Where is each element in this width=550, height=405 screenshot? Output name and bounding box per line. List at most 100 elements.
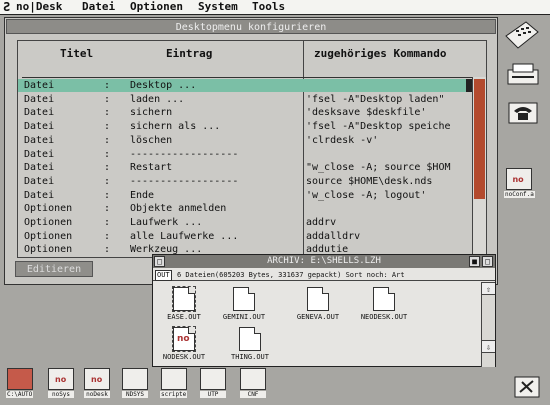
phone-keypad-icon — [505, 21, 539, 49]
cell-eintrag: Ende — [130, 189, 155, 201]
atari-logo-icon[interactable]: Ƨ — [3, 0, 10, 14]
icon-label: noConf.a — [504, 191, 535, 198]
cell-titel: Datei — [24, 80, 55, 91]
archive-file[interactable]: no NODESK.OUT — [157, 326, 211, 363]
menu-optionen[interactable]: Optionen — [130, 0, 183, 14]
desktop-tool-icon[interactable] — [514, 376, 540, 400]
fullscreen-icon[interactable]: □ — [482, 256, 493, 267]
desktop-folder-5[interactable]: UTP — [200, 368, 226, 398]
icon-label: CNF — [240, 391, 266, 398]
cell-kommando: addrv — [306, 217, 337, 228]
file-label: EASE.OUT — [167, 313, 201, 321]
cell-eintrag: Desktop ... — [130, 80, 197, 91]
scroll-up-icon[interactable]: ⇧ — [482, 282, 495, 295]
menu-bar: Ƨ no|Desk Datei Optionen System Tools — [0, 0, 550, 15]
archive-tag[interactable]: OUT — [155, 270, 172, 281]
cell-titel: Datei — [24, 107, 55, 119]
table-row[interactable]: Datei: Desktop ... — [18, 79, 472, 92]
desktop-folder-3[interactable]: NDSYS — [122, 368, 148, 398]
file-label: GENEVA.OUT — [296, 313, 340, 321]
archive-scrollbar[interactable]: ⇧ ⇩ — [481, 282, 495, 367]
cell-eintrag: ------------------ — [130, 175, 239, 187]
desktop-noconf-icon[interactable]: no noConf.a — [504, 168, 535, 198]
table-row[interactable]: Datei: Ende 'w_close -A; logout' — [18, 189, 470, 202]
desktop-folder-0[interactable]: C:\AUTO — [6, 368, 34, 398]
archive-title[interactable]: ARCHIV: E:\SHELLS.LZH — [153, 255, 495, 268]
cell-eintrag: löschen — [130, 134, 173, 146]
menu-system[interactable]: System — [198, 0, 238, 14]
cell-eintrag: ------------------ — [130, 148, 239, 160]
desktop-folder-2[interactable]: no noDesk — [84, 368, 110, 398]
header-divider — [22, 77, 472, 78]
icon-label: C:\AUTO — [6, 391, 34, 398]
table-row[interactable]: Datei: ------------------ — [18, 148, 470, 161]
cell-kommando: "w_close -A; source $HOM — [306, 162, 451, 174]
archive-file[interactable]: GEMINI.OUT — [217, 287, 271, 323]
table-row[interactable]: Datei: löschen 'clrdesk -v' — [18, 134, 470, 147]
archive-file[interactable]: EASE.OUT — [157, 286, 211, 323]
folder-icon — [240, 368, 266, 390]
tool-icon — [514, 376, 540, 398]
cell-titel: Datei — [24, 93, 55, 105]
menu-nodesk[interactable]: no|Desk — [16, 0, 62, 14]
archive-file[interactable]: THING.OUT — [223, 327, 277, 363]
archive-file[interactable]: GENEVA.OUT — [291, 287, 345, 323]
icon-label: NDSYS — [122, 391, 148, 398]
archive-window: ARCHIV: E:\SHELLS.LZH □ ■ □ OUT 6 Dateie… — [152, 254, 496, 367]
table-row[interactable]: Optionen: alle Laufwerke ... addalldrv — [18, 230, 470, 243]
folder-icon — [160, 368, 187, 390]
close-icon[interactable]: □ — [154, 256, 165, 267]
scroll-down-icon[interactable]: ⇩ — [482, 340, 495, 353]
folder-icon: no — [84, 368, 110, 390]
file-label: GEMINI.OUT — [222, 313, 266, 321]
desktop-folder-6[interactable]: CNF — [240, 368, 266, 398]
table-row[interactable]: Datei: sichern 'desksave $deskfile' — [18, 106, 470, 119]
edit-button[interactable]: Editieren — [15, 261, 93, 277]
menu-datei[interactable]: Datei — [82, 0, 115, 14]
table-row[interactable]: Optionen: Objekte anmelden — [18, 202, 470, 215]
cell-titel: Datei — [24, 148, 55, 160]
file-label: THING.OUT — [231, 353, 269, 361]
desktop-folder-4[interactable]: scripte — [160, 368, 188, 398]
table-row[interactable]: Datei: sichern als ... 'fsel -A"Desktop sp… — [18, 120, 470, 133]
cell-separator: : — [104, 93, 111, 105]
document-icon — [233, 287, 255, 311]
cell-eintrag: Restart — [130, 162, 173, 174]
cell-separator: : — [104, 134, 111, 146]
document-icon — [172, 286, 196, 312]
table-scrollbar[interactable] — [472, 77, 486, 257]
scroll-thumb[interactable] — [474, 79, 485, 199]
archive-info-text: 6 Dateien(605203 Bytes, 331637 gepackt) … — [177, 271, 405, 279]
nodesk-document-icon: no — [172, 326, 196, 352]
cell-kommando: 'w_close -A; logout' — [306, 189, 427, 201]
desktop-printer-icon[interactable] — [506, 62, 540, 90]
cell-titel: Datei — [24, 134, 55, 146]
document-icon — [239, 327, 261, 351]
dialog-title[interactable]: Desktopmenu konfigurieren — [6, 19, 496, 34]
cell-titel: Optionen — [24, 230, 73, 242]
iconify-icon[interactable]: ■ — [469, 256, 480, 267]
cell-separator: : — [104, 217, 111, 228]
cell-eintrag: sichern als ... — [130, 121, 221, 133]
cell-titel: Datei — [24, 175, 55, 187]
menu-tools[interactable]: Tools — [252, 0, 285, 14]
cell-separator: : — [104, 107, 111, 119]
table-row[interactable]: Datei: ------------------ source $HOME\des… — [18, 175, 470, 188]
desktop-phone-icon[interactable] — [504, 20, 540, 52]
folder-icon — [200, 368, 226, 390]
desktop-telephone-icon[interactable] — [506, 100, 540, 128]
table-row[interactable]: Datei: laden ... 'fsel -A"Desktop laden" — [18, 93, 470, 106]
table-row[interactable]: Datei: Restart "w_close -A; source $HOM — [18, 161, 470, 174]
archive-info-bar: OUT 6 Dateien(605203 Bytes, 331637 gepac… — [153, 269, 495, 281]
table-row[interactable]: Optionen: Laufwerk ... addrv — [18, 216, 470, 229]
cell-eintrag: Laufwerk ... — [130, 217, 203, 228]
cell-titel: Datei — [24, 162, 55, 174]
header-kommando: zugehöriges Kommando — [314, 47, 447, 60]
icon-label: scripte — [160, 391, 188, 398]
folder-icon — [122, 368, 148, 390]
archive-file[interactable]: NEODESK.OUT — [357, 287, 411, 323]
cell-eintrag: laden ... — [130, 93, 185, 105]
desktop-folder-1[interactable]: no noSys — [48, 368, 74, 398]
header-eintrag: Eintrag — [166, 47, 213, 60]
cell-separator: : — [104, 175, 111, 187]
